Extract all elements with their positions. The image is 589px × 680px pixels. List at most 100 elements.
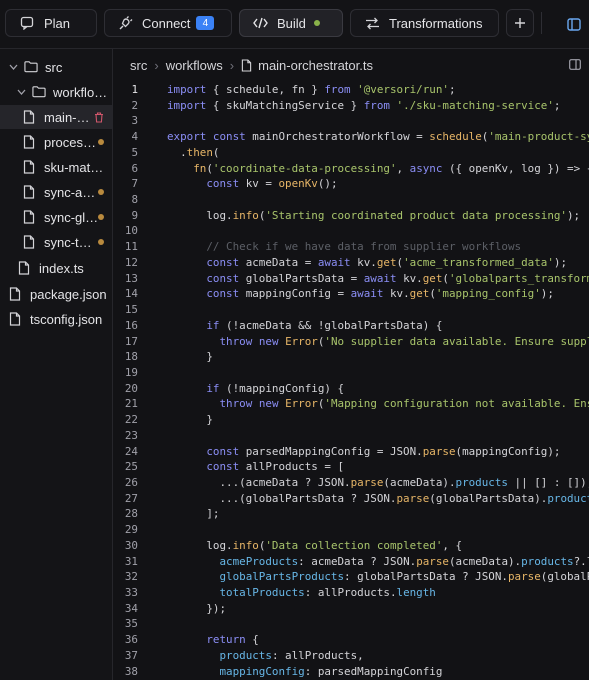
code-line[interactable]: } — [167, 350, 213, 363]
line-number: 22 — [124, 413, 138, 427]
file-sync-t[interactable]: sync-t… — [0, 230, 112, 254]
line-number: 1 — [131, 83, 138, 96]
code-line[interactable]: export const mainOrchestratorWorkflow = … — [167, 130, 589, 143]
file-icon — [23, 185, 37, 199]
file-package-json[interactable]: package.json — [0, 282, 112, 306]
code-line[interactable]: ...(globalPartsData ? JSON.parse(globalP… — [167, 492, 589, 505]
folder-label: src — [45, 59, 63, 75]
file-icon — [23, 210, 37, 224]
file-index[interactable]: index.ts — [0, 256, 112, 280]
code-line[interactable]: const allProducts = [ — [167, 460, 344, 473]
code-line[interactable]: ...(acmeData ? JSON.parse(acmeData).prod… — [167, 476, 589, 489]
code-line[interactable]: throw new Error('No supplier data availa… — [167, 335, 589, 348]
tab-plan-label: Plan — [44, 15, 71, 31]
chat-bubble-icon — [18, 14, 36, 32]
code-area[interactable]: 1 import { schedule, fn } from '@versori/… — [113, 81, 589, 680]
code-line[interactable]: const globalPartsData = await kv.get('gl… — [167, 272, 589, 285]
code-line[interactable]: fn('coordinate-data-processing', async (… — [167, 162, 589, 175]
code-editor: src › workflows › main-orchestrator.ts 1… — [113, 49, 589, 680]
code-line[interactable]: mappingConfig: parsedMappingConfig — [167, 665, 442, 678]
code-line[interactable]: }); — [167, 602, 226, 615]
file-main-orchestrator[interactable]: main-… — [0, 105, 112, 129]
line-number: 16 — [124, 318, 138, 332]
file-icon — [23, 135, 37, 149]
line-number: 13 — [124, 271, 138, 285]
add-tab-button[interactable] — [506, 9, 534, 37]
code-line[interactable]: acmeProducts: acmeData ? JSON.parse(acme… — [167, 555, 589, 568]
file-label: package.json — [30, 286, 107, 302]
file-icon — [9, 287, 23, 301]
code-line[interactable]: const kv = openKv(); — [167, 177, 337, 190]
file-sku-matching[interactable]: sku-mat… — [0, 155, 112, 179]
code-line[interactable]: if (!acmeData && !globalPartsData) { — [167, 319, 442, 332]
folder-src[interactable]: src — [0, 55, 112, 79]
code-line[interactable]: throw new Error('Mapping configuration n… — [167, 397, 589, 410]
code-line[interactable]: // Check if we have data from supplier w… — [167, 240, 521, 253]
line-number: 23 — [124, 428, 138, 442]
breadcrumb-separator: › — [154, 57, 159, 73]
panel-layout-button[interactable] — [566, 16, 582, 32]
code-line[interactable]: return { — [167, 633, 258, 646]
code-line[interactable]: log.info('Starting coordinated product d… — [167, 209, 580, 222]
file-label: sync-gl… — [44, 209, 99, 225]
line-number: 9 — [131, 208, 138, 222]
tab-plan[interactable]: Plan — [5, 9, 97, 37]
breadcrumb: src › workflows › main-orchestrator.ts — [113, 49, 589, 81]
code-line[interactable]: ]; — [167, 507, 219, 520]
line-number: 6 — [131, 161, 138, 175]
line-number: 25 — [124, 460, 138, 474]
line-number: 17 — [124, 334, 138, 348]
file-sync-acme[interactable]: sync-a… — [0, 180, 112, 204]
panel-layout-icon — [567, 17, 581, 31]
modified-dot — [98, 189, 104, 195]
file-process[interactable]: proces… — [0, 130, 112, 154]
line-number: 21 — [124, 397, 138, 411]
breadcrumb-separator: › — [229, 57, 235, 73]
line-number: 31 — [124, 554, 138, 568]
line-number: 34 — [124, 601, 138, 615]
file-icon — [23, 235, 37, 249]
chevron-down-icon — [16, 89, 26, 95]
code-line[interactable]: totalProducts: allProducts.length — [167, 586, 435, 599]
code-line[interactable]: log.info('Data collection completed', { — [167, 539, 462, 552]
line-number: 26 — [124, 476, 138, 489]
line-number: 5 — [131, 145, 138, 159]
chevron-down-icon — [8, 64, 18, 70]
plug-icon — [116, 14, 134, 32]
file-label: sync-a… — [44, 184, 96, 200]
folder-workflows[interactable]: workflo… — [0, 80, 112, 104]
breadcrumb-item[interactable]: src — [130, 58, 147, 73]
tab-connect[interactable]: Connect 4 — [104, 9, 232, 37]
code-line[interactable]: .then( — [167, 146, 219, 159]
breadcrumb-item[interactable]: main-orchestrator.ts — [258, 58, 373, 73]
split-editor-icon[interactable] — [569, 59, 581, 70]
line-number: 4 — [131, 130, 138, 144]
file-icon — [241, 58, 252, 72]
modified-dot — [98, 214, 104, 220]
line-number: 30 — [124, 538, 138, 552]
code-line[interactable]: products: allProducts, — [167, 649, 363, 662]
line-number: 14 — [124, 287, 138, 301]
tab-transformations-label: Transformations — [389, 15, 483, 31]
file-sync-globalparts[interactable]: sync-gl… — [0, 205, 112, 229]
tab-build[interactable]: Build — [239, 9, 343, 37]
breadcrumb-item[interactable]: workflows — [166, 58, 223, 73]
trash-icon[interactable] — [94, 111, 104, 126]
code-line[interactable]: if (!mappingConfig) { — [167, 382, 344, 395]
folder-label: workflo… — [53, 84, 108, 100]
code-line[interactable]: } — [167, 413, 213, 426]
line-number: 27 — [124, 491, 138, 505]
file-label: tsconfig.json — [30, 311, 103, 327]
code-line[interactable]: const mappingConfig = await kv.get('mapp… — [167, 287, 554, 300]
code-line[interactable]: const parsedMappingConfig = JSON.parse(m… — [167, 445, 560, 458]
line-number: 28 — [124, 507, 138, 521]
tab-transformations[interactable]: Transformations — [350, 9, 499, 37]
code-line[interactable]: const acmeData = await kv.get('acme_tran… — [167, 256, 567, 269]
code-line[interactable]: globalPartsProducts: globalPartsData ? J… — [167, 570, 589, 583]
line-number: 33 — [124, 586, 138, 600]
line-number: 35 — [124, 617, 138, 631]
tab-build-label: Build — [277, 15, 306, 31]
file-tsconfig-json[interactable]: tsconfig.json — [0, 307, 112, 331]
code-line[interactable]: import { skuMatchingService } from './sk… — [167, 99, 560, 112]
code-line[interactable]: import { schedule, fn } from '@versori/r… — [167, 83, 456, 96]
